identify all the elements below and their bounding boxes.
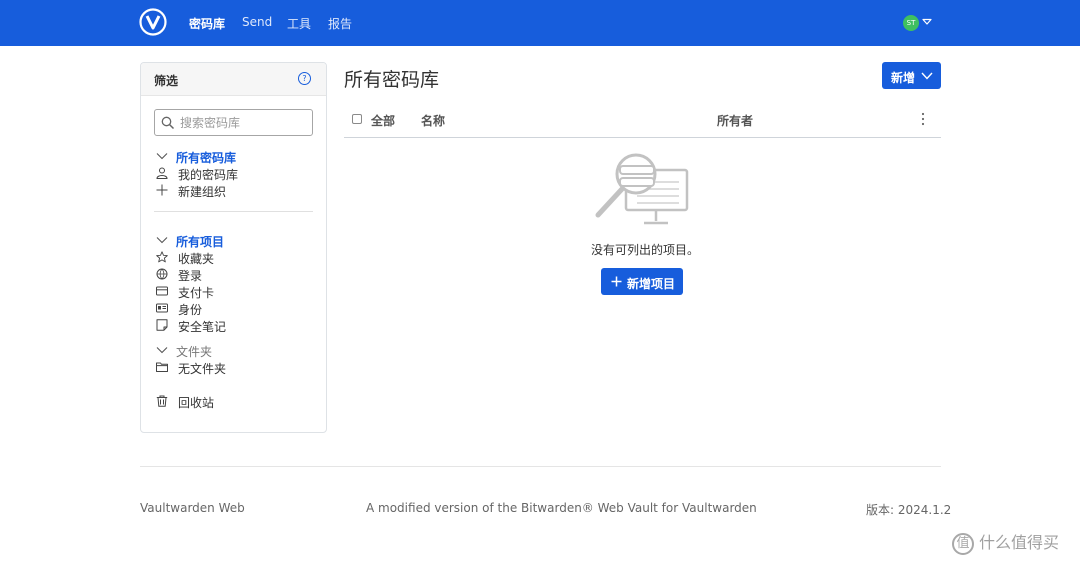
new-button[interactable]: 新增	[882, 62, 941, 89]
sidebar-group-label: 所有项目	[176, 235, 225, 249]
chevron-down-icon	[921, 72, 933, 80]
sidebar-item-label: 回收站	[178, 396, 215, 410]
sidebar-item-label: 收藏夹	[178, 252, 215, 266]
chevron-down-icon[interactable]	[156, 344, 168, 356]
chevron-down-icon[interactable]	[922, 18, 932, 26]
column-owner[interactable]: 所有者	[717, 112, 753, 129]
footer-app-name: Vaultwarden Web	[140, 501, 245, 515]
folder-icon	[156, 362, 168, 372]
page-title: 所有密码库	[344, 69, 440, 91]
star-icon	[156, 251, 168, 263]
sidebar-item-label: 身份	[178, 303, 203, 317]
nav-reports[interactable]: 报告	[328, 15, 352, 32]
empty-message: 没有可列出的项目。	[591, 243, 700, 257]
watermark: 值什么值得买	[952, 529, 1059, 555]
sidebar-item-label: 我的密码库	[178, 168, 239, 182]
column-name[interactable]: 名称	[421, 112, 445, 129]
sidebar-item-label: 无文件夹	[178, 362, 227, 376]
add-item-label: 新增项目	[627, 277, 676, 291]
divider	[154, 211, 313, 212]
trash-icon	[156, 395, 168, 407]
select-all-checkbox[interactable]	[352, 114, 362, 124]
avatar[interactable]: ST	[903, 15, 919, 31]
user-icon	[156, 167, 168, 179]
sidebar-group-label: 所有密码库	[176, 151, 237, 165]
sidebar-title: 筛选	[154, 74, 179, 88]
sidebar-item-label: 支付卡	[178, 286, 215, 300]
new-button-label: 新增	[891, 71, 916, 85]
sidebar-header: 筛选 ?	[141, 63, 326, 96]
vaultwarden-logo-icon[interactable]	[139, 8, 167, 36]
watermark-logo-icon: 值	[952, 532, 974, 555]
footer-divider	[140, 466, 941, 467]
chevron-down-icon[interactable]	[156, 150, 168, 162]
column-all[interactable]: 全部	[371, 112, 395, 129]
plus-icon	[611, 276, 622, 287]
filter-sidebar: 筛选 ? 所有密码库 我的密码库 新建组织 所有项目 收藏夹 登录 支付卡	[140, 62, 327, 433]
sidebar-item-label: 登录	[178, 269, 203, 283]
search-input[interactable]	[180, 113, 305, 132]
plus-icon	[156, 184, 168, 196]
sidebar-item-label: 安全笔记	[178, 320, 227, 334]
search-box[interactable]	[154, 109, 313, 136]
note-icon	[156, 319, 168, 331]
footer-description: A modified version of the Bitwarden® Web…	[366, 501, 757, 515]
help-icon[interactable]: ?	[298, 72, 311, 85]
add-item-button[interactable]: 新增项目	[601, 268, 683, 295]
empty-vault-illustration-icon	[595, 153, 689, 225]
more-options-icon[interactable]	[921, 111, 925, 127]
footer-version: 版本: 2024.1.2	[866, 503, 952, 517]
chevron-down-icon[interactable]	[156, 234, 168, 246]
sidebar-item-label: 新建组织	[178, 185, 227, 199]
id-card-icon	[156, 303, 168, 313]
globe-icon	[156, 268, 168, 280]
nav-vaults[interactable]: 密码库	[189, 15, 225, 32]
table-header: 全部 名称 所有者	[344, 103, 941, 138]
nav-tools[interactable]: 工具	[287, 15, 311, 32]
search-icon	[161, 116, 175, 130]
nav-send[interactable]: Send	[242, 15, 272, 29]
top-navbar: 密码库 Send 工具 报告 ST	[0, 0, 1080, 46]
sidebar-group-label: 文件夹	[176, 345, 213, 359]
watermark-text: 什么值得买	[979, 533, 1060, 552]
credit-card-icon	[156, 286, 168, 296]
